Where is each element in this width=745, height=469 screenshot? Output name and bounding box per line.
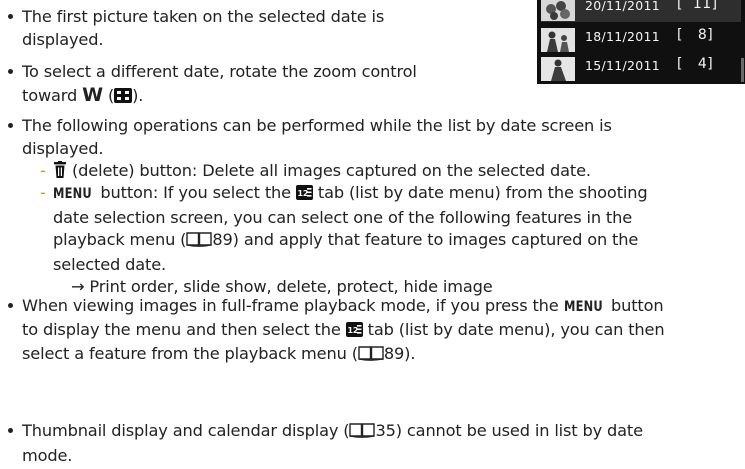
people-thumbnail-icon [541, 28, 575, 52]
lcd-date: 20/11/2011 [585, 0, 661, 13]
text-line: The following operations can be performe… [22, 116, 612, 135]
text-span: to display the menu and then select the [22, 319, 346, 339]
text-line: To select a different date, rotate the z… [22, 62, 417, 81]
svg-text:12: 12 [347, 326, 358, 335]
trash-icon [53, 161, 67, 185]
manual-page: 20/11/2011 [ 11] 18/11/2011 [ 8] 15/11/2… [0, 0, 745, 469]
text-line: MENU button: If you select the 12 tab (l… [53, 182, 648, 207]
menu-button-label: MENU [53, 186, 92, 202]
text-line: toward W (). [22, 84, 417, 110]
text-line: mode. [22, 445, 73, 465]
bullet-thumbnail-calendar: Thumbnail display and calendar display (… [8, 420, 643, 467]
lcd-scrollbar [741, 58, 744, 82]
text-line: Thumbnail display and calendar display (… [22, 420, 643, 445]
text-line: playback menu ( 89) and apply that featur… [53, 229, 647, 254]
flowers-thumbnail-icon [541, 0, 575, 21]
text-span: 89). [383, 344, 416, 363]
text-line: select a feature from the playback menu … [22, 343, 664, 368]
text-span: tab (list by date menu), you can then [362, 319, 665, 339]
text-span: When viewing images in full-frame playba… [22, 296, 564, 315]
menu-button-label: MENU [563, 299, 603, 315]
text-span: toward [22, 85, 78, 105]
text-span: (delete) button: Delete all images captu… [67, 161, 591, 180]
subitem-delete: - (delete) button: Delete all images cap… [40, 160, 591, 185]
book-reference-icon [186, 231, 213, 254]
book-reference-icon [349, 422, 376, 445]
text-line: displayed. [22, 138, 104, 158]
lcd-date: 15/11/2011 [585, 58, 661, 73]
text-span: ). [132, 85, 144, 105]
bullet-select-date: To select a different date, rotate the z… [8, 61, 417, 110]
text-span: 89) and apply that feature to images cap… [212, 230, 639, 249]
text-span: select a feature from the playback menu … [22, 344, 358, 363]
thumbnail-grid-icon [114, 87, 133, 110]
text-span: tab (list by date menu) from the shootin… [312, 183, 648, 202]
lcd-date-list: 20/11/2011 [ 11] 18/11/2011 [ 8] 15/11/2… [537, 0, 745, 84]
lcd-date: 18/11/2011 [585, 29, 661, 44]
list-by-date-tab-icon: 12 [345, 321, 363, 344]
wide-angle-w-label: W [82, 83, 103, 106]
bullet-full-frame: When viewing images in full-frame playba… [7, 295, 665, 368]
dash-marker: - [40, 161, 46, 180]
arrow-marker: → [71, 277, 85, 296]
svg-text:12: 12 [297, 189, 308, 198]
bullet-operations: The following operations can be performe… [8, 115, 612, 160]
dash-marker: - [40, 183, 46, 202]
text-span: button: If you select the [95, 183, 296, 202]
text-line: The first picture taken on the selected … [22, 7, 385, 26]
lcd-row: 15/11/2011 [ 4] [541, 56, 741, 82]
lcd-row: 20/11/2011 [ 11] [541, 0, 741, 22]
text-span: button [606, 296, 664, 315]
text-line: date selection screen, you can select on… [53, 207, 633, 227]
lcd-row: 18/11/2011 [ 8] [541, 27, 741, 53]
text-line: When viewing images in full-frame playba… [22, 295, 664, 319]
book-reference-icon [358, 345, 384, 368]
subitem-menu: - MENU button: If you select the 12 tab … [40, 182, 648, 299]
text-span: playback menu ( [53, 230, 187, 249]
text-span: 35) cannot be used in list by date [375, 421, 643, 440]
text-line: to display the menu and then select the … [22, 319, 665, 344]
bullet-first-picture: The first picture taken on the selected … [7, 6, 385, 51]
lcd-count: [ 4] [677, 56, 714, 72]
person-thumbnail-icon [541, 57, 575, 81]
text-line: selected date. [53, 254, 167, 274]
text-span: Thumbnail display and calendar display ( [22, 421, 350, 440]
lcd-count: [ 11] [677, 0, 718, 12]
list-by-date-tab-icon: 12 [295, 184, 313, 207]
text-span: Print order, slide show, delete, protect… [89, 277, 493, 296]
text-line: displayed. [22, 29, 104, 49]
lcd-count: [ 8] [677, 27, 714, 43]
